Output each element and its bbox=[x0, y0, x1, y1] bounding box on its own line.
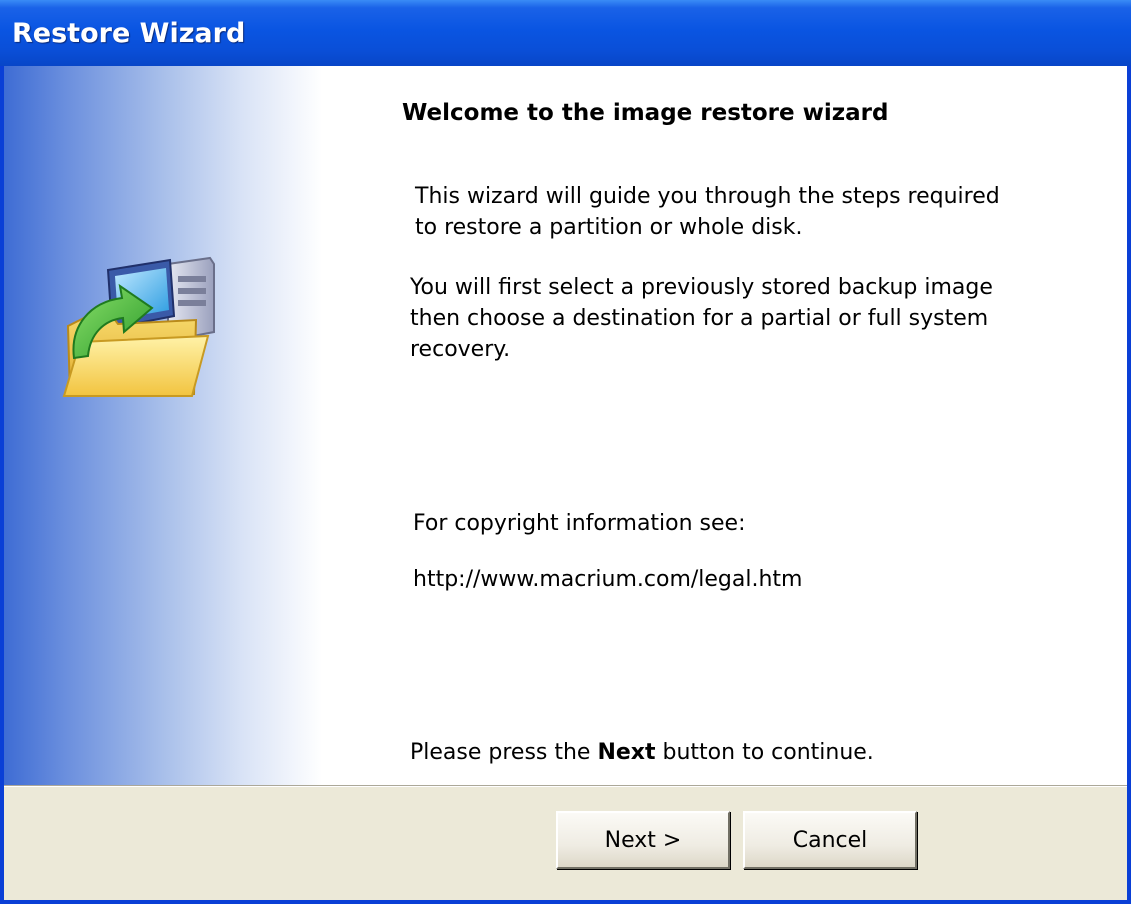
cancel-button[interactable]: Cancel bbox=[743, 811, 917, 869]
details-text: You will first select a previously store… bbox=[410, 275, 993, 362]
continue-instruction: Please press the Next button to continue… bbox=[410, 737, 1090, 768]
wizard-heading: Welcome to the image restore wizard bbox=[402, 100, 889, 126]
copyright-url: http://www.macrium.com/legal.htm bbox=[413, 567, 803, 592]
instruction-next-keyword: Next bbox=[597, 740, 656, 765]
side-banner bbox=[4, 66, 322, 785]
restore-folder-computer-icon bbox=[62, 256, 215, 398]
next-button[interactable]: Next > bbox=[556, 811, 730, 869]
title-bar[interactable]: Restore Wizard bbox=[0, 0, 1131, 66]
wizard-content: Welcome to the image restore wizard This… bbox=[4, 66, 1127, 785]
intro-text: This wizard will guide you through the s… bbox=[415, 184, 1000, 240]
window-title: Restore Wizard bbox=[12, 18, 246, 49]
button-separator bbox=[4, 785, 1127, 787]
instruction-suffix: button to continue. bbox=[655, 740, 874, 765]
restore-wizard-window: Restore Wizard Welcome to the image rest… bbox=[0, 0, 1131, 904]
copyright-label: For copyright information see: bbox=[413, 511, 746, 536]
instruction-prefix: Please press the bbox=[410, 740, 598, 765]
